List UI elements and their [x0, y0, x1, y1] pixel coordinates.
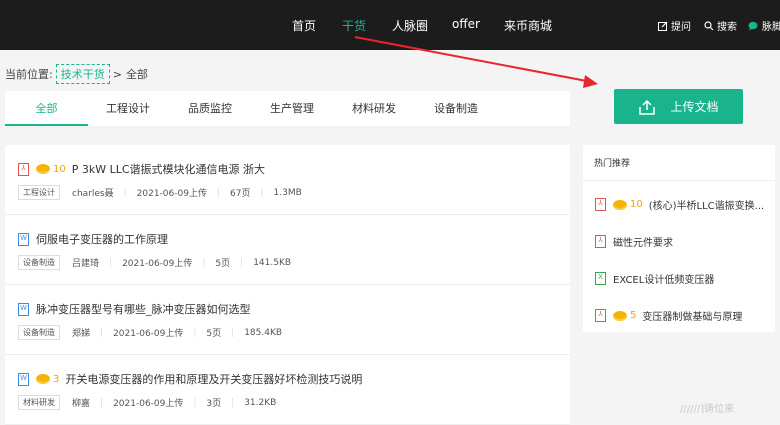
search-icon [704, 20, 714, 30]
upload-date: 2021-06-09上传 [136, 189, 207, 199]
search-button[interactable]: 搜索 [704, 18, 737, 33]
document-item[interactable]: W 脉冲变压器型号有哪些_脉冲变压器如何选型 设备制造 郑娣 | 2021-06… [5, 285, 570, 355]
meta-divider: | [100, 397, 104, 408]
page-count: 5页 [215, 259, 231, 269]
word-file-icon: W [18, 372, 29, 386]
author[interactable]: 吕建琦 [72, 256, 99, 269]
document-item[interactable]: ⅄ 10 P 3kW LLC谐振式模块化通信电源 浙大 工程设计 charles… [5, 145, 570, 215]
category-tag[interactable]: 工程设计 [18, 185, 60, 200]
meta-divider: | [100, 327, 104, 338]
hot-item[interactable]: ⅄ 5 变压器制做基础与原理 [595, 308, 775, 323]
breadcrumb-link-tech[interactable]: 技术干货 [55, 64, 110, 84]
coin-icon [36, 374, 50, 384]
hot-recommendations: 热门推荐 ⅄ 10 (核心)半桥LLC谐振变换... ⅄ 磁性元件要求 X EX… [583, 145, 775, 332]
upload-icon [639, 99, 656, 115]
upload-date: 2021-06-09上传 [113, 329, 184, 339]
category-tabs: 全部 工程设计 品质监控 生产管理 材料研发 设备制造 [5, 91, 570, 126]
sidebar-title: 热门推荐 [594, 159, 631, 169]
tab-all[interactable]: 全部 [5, 91, 88, 126]
author[interactable]: 柳嘉 [72, 396, 90, 409]
meta-divider: | [260, 187, 264, 198]
search-label: 搜索 [717, 22, 737, 33]
document-item[interactable]: W 伺服电子变压器的工作原理 设备制造 吕建琦 | 2021-06-09上传 |… [5, 215, 570, 285]
meta-divider: | [240, 257, 244, 268]
category-tag[interactable]: 材料研发 [18, 395, 60, 410]
author[interactable]: charles聂 [72, 186, 114, 199]
coin-count: 10 [630, 199, 643, 210]
hot-item[interactable]: X EXCEL设计低频变压器 [595, 271, 775, 286]
page-count: 5页 [206, 329, 222, 339]
hot-item-title[interactable]: 磁性元件要求 [613, 234, 673, 249]
file-size: 141.5KB [253, 257, 292, 268]
word-file-icon: W [18, 302, 29, 316]
hot-item[interactable]: ⅄ 磁性元件要求 [595, 234, 775, 249]
breadcrumb: 当前位置: 技术干货 > 全部 [5, 64, 148, 84]
author[interactable]: 郑娣 [72, 326, 90, 339]
pdf-file-icon: ⅄ [595, 198, 606, 211]
top-nav: 首页 干货 人脉圈 offer 来币商城 提问 搜索 脉脚 [0, 0, 780, 50]
category-tag[interactable]: 设备制造 [18, 255, 60, 270]
document-title[interactable]: 伺服电子变压器的工作原理 [36, 231, 168, 247]
ask-button[interactable]: 提问 [658, 18, 691, 33]
coin-count: 10 [53, 163, 66, 175]
upload-document-button[interactable]: 上传文档 [614, 89, 743, 124]
meta-divider: | [231, 327, 235, 338]
pdf-file-icon: ⅄ [595, 309, 606, 322]
nav-dry-goods[interactable]: 干货 [342, 17, 366, 34]
chat-label: 脉脚 [762, 22, 780, 33]
tab-materials[interactable]: 材料研发 [339, 91, 409, 126]
pdf-file-icon: ⅄ [18, 162, 29, 176]
upload-date: 2021-06-09上传 [122, 259, 193, 269]
breadcrumb-current: 全部 [125, 68, 148, 81]
chat-icon [748, 21, 758, 30]
document-title[interactable]: 脉冲变压器型号有哪些_脉冲变压器如何选型 [36, 301, 251, 317]
watermark-logo: //////]铸位来 [680, 404, 735, 415]
tab-equipment[interactable]: 设备制造 [421, 91, 491, 126]
category-tag[interactable]: 设备制造 [18, 325, 60, 340]
file-size: 1.3MB [273, 187, 302, 198]
hot-item-title[interactable]: (核心)半桥LLC谐振变换... [649, 197, 764, 212]
meta-divider: | [193, 327, 197, 338]
excel-file-icon: X [595, 272, 606, 285]
coin-count: 5 [630, 310, 637, 321]
breadcrumb-prefix: 当前位置: [5, 68, 53, 81]
coin-icon [613, 310, 627, 321]
meta-divider: | [202, 257, 206, 268]
tab-engineering[interactable]: 工程设计 [93, 91, 163, 126]
page-count: 3页 [206, 399, 222, 409]
coin-icon [36, 164, 50, 174]
breadcrumb-separator: > [112, 67, 122, 81]
meta-divider: | [193, 397, 197, 408]
upload-date: 2021-06-09上传 [113, 399, 184, 409]
page-count: 67页 [230, 189, 251, 199]
document-list: ⅄ 10 P 3kW LLC谐振式模块化通信电源 浙大 工程设计 charles… [5, 145, 570, 425]
meta-divider: | [123, 187, 127, 198]
nav-offer[interactable]: offer [452, 17, 480, 31]
document-item[interactable]: W 3 开关电源变压器的作用和原理及开关变压器好坏检测技巧说明 材料研发 柳嘉 … [5, 355, 570, 425]
nav-home[interactable]: 首页 [292, 17, 316, 34]
upload-label: 上传文档 [670, 100, 719, 114]
pdf-file-icon: ⅄ [595, 235, 606, 248]
word-file-icon: W [18, 232, 29, 246]
tab-production[interactable]: 生产管理 [257, 91, 327, 126]
coin-count: 3 [53, 373, 60, 385]
chat-button[interactable]: 脉脚 [748, 18, 780, 33]
meta-divider: | [231, 397, 235, 408]
file-size: 185.4KB [244, 327, 283, 338]
hot-item-title[interactable]: 变压器制做基础与原理 [642, 308, 742, 323]
document-title[interactable]: P 3kW LLC谐振式模块化通信电源 浙大 [72, 161, 265, 177]
meta-divider: | [109, 257, 113, 268]
hot-item[interactable]: ⅄ 10 (核心)半桥LLC谐振变换... [595, 197, 775, 212]
meta-divider: | [216, 187, 221, 198]
edit-icon [658, 21, 668, 31]
ask-label: 提问 [671, 22, 691, 33]
hot-item-title[interactable]: EXCEL设计低频变压器 [613, 271, 714, 286]
coin-icon [613, 199, 627, 210]
nav-network[interactable]: 人脉圈 [392, 17, 428, 34]
sidebar-divider [583, 180, 775, 181]
document-title[interactable]: 开关电源变压器的作用和原理及开关变压器好坏检测技巧说明 [65, 371, 362, 387]
file-size: 31.2KB [244, 397, 277, 408]
nav-coin-mall[interactable]: 来币商城 [504, 17, 552, 34]
tab-quality[interactable]: 品质监控 [175, 91, 245, 126]
